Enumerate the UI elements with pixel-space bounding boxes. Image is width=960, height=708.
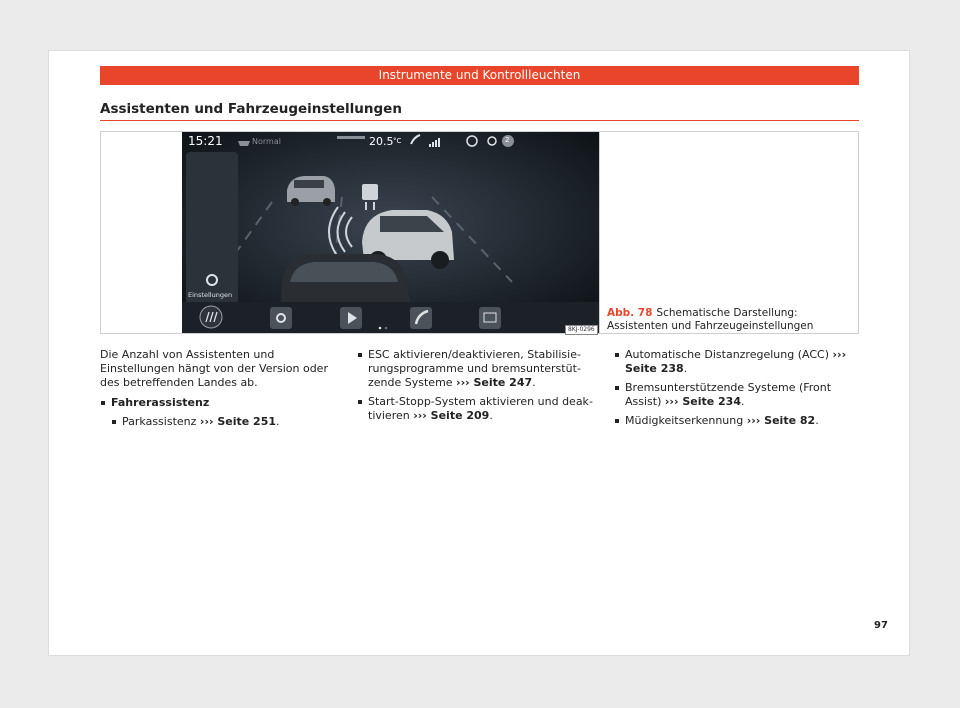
screen-graphic [182,132,599,333]
item-text: Parkassistenz [122,415,197,428]
figure-label: Abb. 78 [607,307,653,319]
drive-mode-icon [238,141,250,146]
page-dot-active [378,326,382,330]
item-end: . [815,414,819,427]
infotainment-screen: 15:21 Normal 20.5 °C 2 Einstellungen [182,132,599,333]
page-reference-link[interactable]: ››› Seite 82 [747,414,815,427]
section-divider [100,120,859,121]
list-item: Start-Stopp-System aktivieren und deak­t… [357,395,593,423]
item-text: Automatische Distanzregelung (ACC) [625,348,829,361]
car-ahead-icon [287,176,335,206]
notification-count: 2 [505,136,510,144]
item-end: . [276,415,280,428]
item-text: Müdigkeitserkennung [625,414,744,427]
bottom-dock [182,302,599,333]
figure-caption: Abb. 78 Schematische Darstellung: Assiste… [607,307,852,333]
page-number: 97 [874,620,888,631]
section-title: Assistenten und Fahrzeugeinstellungen [100,101,402,117]
item-end: . [683,362,688,375]
item-end: . [740,395,745,408]
temperature-unit: °C [393,137,402,145]
settings-app-button[interactable] [270,307,292,329]
item-end: . [489,409,493,422]
clock-time: 15:21 [188,134,223,148]
vehicle-app-button[interactable] [479,307,501,329]
figure-divider [599,131,600,334]
item-end: . [532,376,536,389]
page-dot [384,326,388,330]
sidebar-panel [186,152,238,305]
page-reference-link[interactable]: ››› Seite 247 [456,376,532,389]
text-column-1: Die Anzahl von Assistenten und Einstellu… [100,348,336,429]
page-reference-link[interactable]: ››› Seite 209 [413,409,489,422]
list-item: Bremsunterstützende Systeme (Front As­si… [614,381,850,409]
page-reference-link[interactable]: ››› Seite 251 [200,415,276,428]
page-reference-link[interactable]: ››› Seite 234 [665,395,741,408]
outside-temperature: 20.5 [369,135,394,148]
list-heading: Fahrerassistenz [111,396,210,409]
phone-app-button[interactable] [410,307,432,329]
list-item: ESC aktivieren/deaktivieren, Stabilisie­… [357,348,593,390]
settings-label: Einstellungen [188,291,233,299]
intro-paragraph: Die Anzahl von Assistenten und Einstellu… [100,348,328,389]
sub-list-item: Parkassistenz ››› Seite 251. [100,415,336,429]
list-item: Automatische Distanzregelung (ACC) ››› S… [614,348,850,376]
chapter-header: Instrumente und Kontrollleuchten [100,66,859,85]
text-column-2: ESC aktivieren/deaktivieren, Stabilisie­… [357,348,593,428]
list-item: Müdigkeitserkennung ››› Seite 82. [614,414,850,428]
drive-mode-label: Normal [252,137,281,146]
text-column-3: Automatische Distanzregelung (ACC) ››› S… [614,348,850,433]
pulldown-handle [337,136,365,139]
list-item: Fahrerassistenz [100,396,336,410]
figure-code: 8KJ-0296 [565,325,598,335]
